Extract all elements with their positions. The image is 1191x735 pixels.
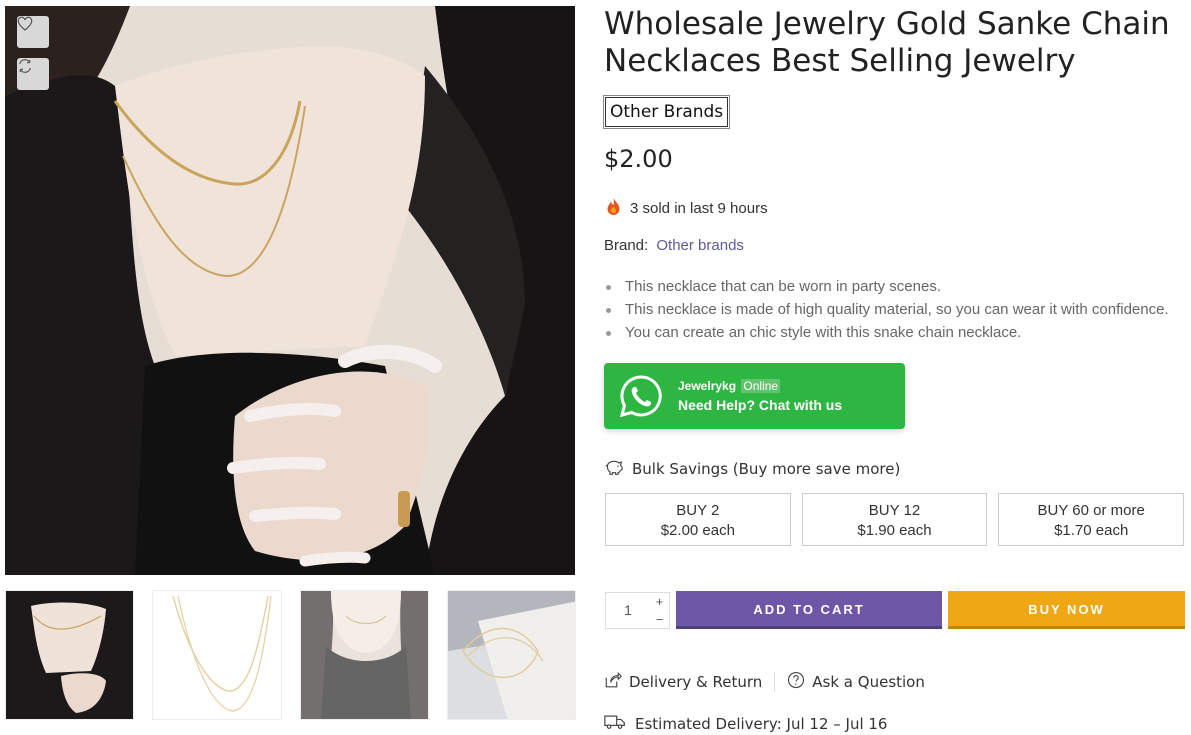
tier-qty: BUY 2: [676, 502, 720, 519]
estimated-delivery: Estimated Delivery: Jul 12 – Jul 16: [604, 714, 887, 734]
increment-button[interactable]: +: [650, 593, 669, 611]
piggy-bank-icon: [604, 458, 624, 480]
quantity-stepper: + −: [605, 592, 670, 629]
bulk-savings-heading: Bulk Savings (Buy more save more): [604, 458, 900, 480]
product-links: Delivery & Return Ask a Question: [604, 671, 925, 693]
ask-question-label: Ask a Question: [812, 673, 925, 691]
online-status: Online: [741, 379, 781, 393]
thumbnail-3[interactable]: [299, 590, 429, 720]
product-title: Wholesale Jewelry Gold Sanke Chain Neckl…: [604, 6, 1170, 79]
whatsapp-cta: Need Help? Chat with us: [678, 397, 843, 413]
wishlist-button[interactable]: [17, 16, 49, 48]
compare-button[interactable]: [17, 58, 49, 90]
whatsapp-agent-name: Jewelrykg: [678, 379, 737, 393]
product-price: $2.00: [604, 145, 673, 173]
brand-badge[interactable]: Other Brands: [602, 95, 731, 129]
product-main-image[interactable]: [5, 6, 575, 575]
brand-line: Brand: Other brands: [604, 237, 744, 254]
divider: [774, 672, 776, 692]
feature-item: This necklace that can be worn in party …: [604, 275, 1169, 298]
brand-label: Brand:: [604, 237, 649, 254]
truck-icon: [604, 714, 626, 734]
feature-list: This necklace that can be worn in party …: [604, 275, 1169, 344]
tier-price: $2.00 each: [660, 522, 735, 539]
bulk-tier-12[interactable]: BUY 12 $1.90 each: [801, 493, 988, 546]
estimated-delivery-text: Estimated Delivery: Jul 12 – Jul 16: [635, 715, 888, 733]
thumbnail-2[interactable]: [152, 590, 282, 720]
tier-qty: BUY 60 or more: [1037, 502, 1145, 519]
whatsapp-chat-button[interactable]: Jewelrykg Online Need Help? Chat with us: [604, 363, 905, 429]
thumbnail-4[interactable]: [446, 590, 576, 720]
thumbnail-strip: [5, 590, 576, 720]
tier-price: $1.70 each: [1054, 522, 1129, 539]
bulk-tier-60[interactable]: BUY 60 or more $1.70 each: [998, 493, 1185, 546]
model-photo: [5, 6, 575, 575]
thumbnail-1[interactable]: [5, 590, 135, 720]
share-box-icon: [604, 671, 623, 693]
question-circle-icon: [787, 671, 805, 693]
delivery-return-label: Delivery & Return: [629, 673, 763, 691]
buy-now-button[interactable]: BUY NOW: [948, 591, 1185, 629]
feature-item: You can create an chic style with this s…: [604, 321, 1169, 344]
delivery-return-link[interactable]: Delivery & Return: [604, 671, 762, 693]
ask-question-link[interactable]: Ask a Question: [787, 671, 925, 693]
brand-link[interactable]: Other brands: [656, 237, 744, 254]
add-to-cart-button[interactable]: ADD TO CART: [676, 591, 942, 629]
tier-qty: BUY 12: [868, 502, 921, 519]
fire-icon: [605, 197, 622, 220]
sold-text: 3 sold in last 9 hours: [630, 200, 768, 217]
quantity-buttons: + −: [650, 593, 669, 628]
tier-price: $1.90 each: [857, 522, 932, 539]
quantity-input[interactable]: [606, 593, 650, 628]
sold-counter: 3 sold in last 9 hours: [605, 197, 768, 220]
whatsapp-icon: [619, 374, 663, 418]
bulk-tiers: BUY 2 $2.00 each BUY 12 $1.90 each BUY 6…: [605, 493, 1185, 546]
decrement-button[interactable]: −: [650, 611, 669, 629]
whatsapp-agent: Jewelrykg Online: [678, 379, 842, 393]
whatsapp-text: Jewelrykg Online Need Help? Chat with us: [678, 379, 842, 413]
feature-item: This necklace is made of high quality ma…: [604, 298, 1169, 321]
bulk-tier-2[interactable]: BUY 2 $2.00 each: [605, 493, 791, 546]
bulk-savings-title: Bulk Savings (Buy more save more): [632, 460, 901, 478]
